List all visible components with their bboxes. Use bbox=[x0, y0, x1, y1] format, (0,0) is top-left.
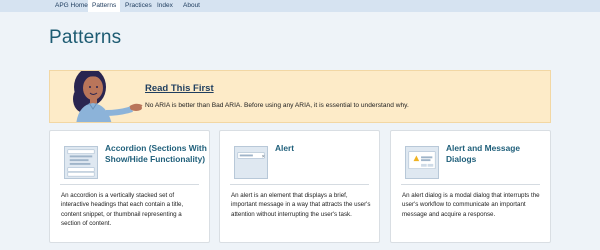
pattern-card-alert-dialog[interactable]: Alert and Message Dialogs An alert dialo… bbox=[390, 130, 551, 243]
card-divider bbox=[230, 184, 369, 185]
card-description: An alert is an element that displays a b… bbox=[231, 192, 371, 218]
nav-patterns[interactable]: Patterns bbox=[88, 0, 121, 12]
page-title: Patterns bbox=[49, 27, 122, 48]
accordion-icon bbox=[64, 146, 98, 179]
card-title[interactable]: Accordion (Sections With Show/Hide Funct… bbox=[105, 143, 207, 164]
person-illustration-icon bbox=[73, 71, 143, 122]
nav-about[interactable]: About bbox=[183, 0, 200, 12]
nav-practices[interactable]: Practices bbox=[125, 0, 152, 12]
nav-apg-home[interactable]: APG Home bbox=[55, 0, 88, 12]
read-this-first-banner: Read This First No ARIA is better than B… bbox=[49, 70, 551, 123]
alertdialog-icon bbox=[405, 146, 439, 179]
read-this-first-link[interactable]: Read This First bbox=[145, 83, 214, 94]
card-description: An accordion is a vertically stacked set… bbox=[61, 192, 184, 228]
card-title[interactable]: Alert and Message Dialogs bbox=[446, 143, 548, 164]
top-navigation: APG Home Patterns Practices Index About bbox=[0, 0, 600, 12]
banner-text: No ARIA is better than Bad ARIA. Before … bbox=[145, 102, 409, 109]
card-divider bbox=[401, 184, 540, 185]
card-title[interactable]: Alert bbox=[275, 143, 377, 154]
svg-text:×: × bbox=[261, 153, 265, 159]
nav-index[interactable]: Index bbox=[157, 0, 173, 12]
pattern-card-accordion[interactable]: Accordion (Sections With Show/Hide Funct… bbox=[49, 130, 210, 243]
alert-icon: × bbox=[234, 146, 268, 179]
card-description: An alert dialog is a modal dialog that i… bbox=[402, 192, 540, 218]
pattern-card-alert[interactable]: × Alert An alert is an element that disp… bbox=[219, 130, 380, 243]
card-divider bbox=[60, 184, 199, 185]
